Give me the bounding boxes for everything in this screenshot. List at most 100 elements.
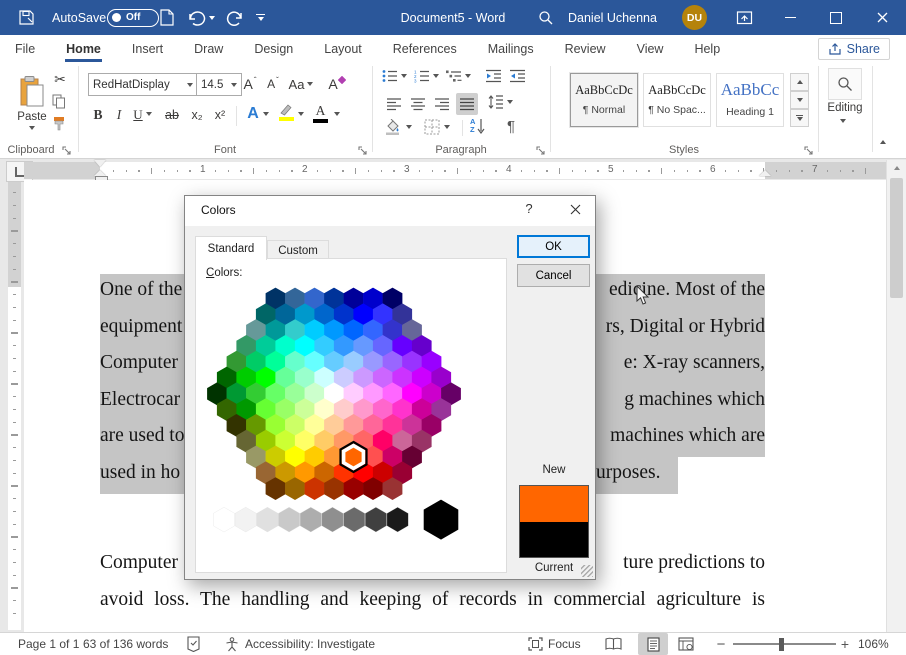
sort-button[interactable]: AZ <box>470 118 485 134</box>
justify-button[interactable] <box>456 93 478 115</box>
page-indicator[interactable]: Page 1 of 1 <box>18 633 79 655</box>
styles-dialog-launcher-icon[interactable] <box>804 146 814 156</box>
minimize-button[interactable] <box>767 0 813 35</box>
standard-color-palette[interactable] <box>202 285 502 547</box>
grayscale-hex[interactable] <box>344 507 365 532</box>
zoom-slider[interactable] <box>733 633 836 655</box>
tab-references[interactable]: References <box>392 37 458 61</box>
tab-design[interactable]: Design <box>253 37 294 61</box>
zoom-percentage[interactable]: 106% <box>858 633 889 655</box>
tab-review[interactable]: Review <box>564 37 607 61</box>
text-effects-dropdown-icon[interactable] <box>263 112 269 116</box>
font-color-dropdown-icon[interactable] <box>334 112 340 116</box>
dialog-help-button[interactable]: ? <box>519 201 539 216</box>
tab-help[interactable]: Help <box>693 37 721 61</box>
web-layout-button[interactable] <box>678 633 694 655</box>
strikethrough-button[interactable]: ab <box>162 105 182 125</box>
accessibility-status[interactable]: Accessibility: Investigate <box>225 633 375 655</box>
zoom-slider-handle[interactable] <box>779 638 784 651</box>
search-icon[interactable] <box>538 0 554 35</box>
bullets-dropdown-icon[interactable] <box>401 74 407 78</box>
text-effects-button[interactable]: A <box>243 103 263 125</box>
grayscale-hex[interactable] <box>235 507 256 532</box>
multilevel-dropdown-icon[interactable] <box>465 74 471 78</box>
tab-draw[interactable]: Draw <box>193 37 224 61</box>
editing-dropdown-icon[interactable] <box>840 119 846 123</box>
font-size-combo[interactable]: 14.5 <box>196 73 242 96</box>
borders-dropdown-icon[interactable] <box>444 125 450 129</box>
user-name[interactable]: Daniel Uchenna <box>568 0 657 35</box>
cancel-button[interactable]: Cancel <box>517 264 590 287</box>
superscript-button[interactable]: x² <box>211 105 229 125</box>
grayscale-hex[interactable] <box>257 507 278 532</box>
styles-gallery-more-button[interactable] <box>790 109 809 127</box>
print-layout-button[interactable] <box>638 633 668 655</box>
maximize-button[interactable] <box>813 0 859 35</box>
numbering-dropdown-icon[interactable] <box>433 74 439 78</box>
align-left-button[interactable] <box>384 95 404 113</box>
black-hex[interactable] <box>424 500 459 540</box>
subscript-button[interactable]: x₂ <box>188 105 206 125</box>
copy-icon[interactable] <box>52 94 66 109</box>
proofing-icon[interactable] <box>186 633 201 655</box>
shading-dropdown-icon[interactable] <box>406 125 412 129</box>
scrollbar-thumb[interactable] <box>890 178 903 298</box>
right-indent-marker[interactable] <box>759 170 771 176</box>
multilevel-list-button[interactable] <box>446 69 471 83</box>
avatar[interactable]: DU <box>682 0 707 35</box>
line-spacing-button[interactable] <box>488 95 513 109</box>
styles-scroll-up-button[interactable] <box>790 73 809 91</box>
align-right-button[interactable] <box>432 95 452 113</box>
grayscale-hex[interactable] <box>300 507 321 532</box>
tab-custom[interactable]: Custom <box>267 240 329 260</box>
grayscale-hex[interactable] <box>213 507 234 532</box>
word-count[interactable]: 63 of 136 words <box>83 633 168 655</box>
decrease-indent-button[interactable] <box>486 69 502 83</box>
dialog-close-icon[interactable] <box>563 202 587 220</box>
dialog-title-bar[interactable]: Colors ? <box>185 196 595 226</box>
quick-access-customize-icon[interactable] <box>256 0 265 35</box>
grayscale-hex[interactable] <box>322 507 343 532</box>
first-line-indent-marker[interactable] <box>94 160 106 167</box>
undo-dropdown-icon[interactable] <box>209 16 215 20</box>
bold-button[interactable]: B <box>90 105 106 125</box>
paragraph-dialog-launcher-icon[interactable] <box>536 146 546 156</box>
editing-find-icon[interactable] <box>828 68 862 100</box>
borders-button[interactable] <box>424 119 450 135</box>
focus-mode-button[interactable]: Focus <box>528 633 581 655</box>
horizontal-ruler[interactable]: 1 2 3 4 5 6 7 <box>24 162 886 179</box>
tab-view[interactable]: View <box>636 37 665 61</box>
ok-button[interactable]: OK <box>517 235 590 258</box>
tab-file[interactable]: File <box>14 37 36 61</box>
editing-label[interactable]: Editing <box>818 102 872 114</box>
zoom-in-button[interactable]: + <box>838 633 852 655</box>
line-spacing-dropdown-icon[interactable] <box>507 100 513 104</box>
paste-dropdown-icon[interactable] <box>29 126 35 130</box>
clipboard-dialog-launcher-icon[interactable] <box>62 146 72 156</box>
dialog-resize-grip[interactable] <box>581 565 593 577</box>
increase-indent-button[interactable] <box>510 69 526 83</box>
format-painter-icon[interactable] <box>52 116 67 132</box>
styles-scroll-down-button[interactable] <box>790 91 809 109</box>
grayscale-hex[interactable] <box>278 507 299 532</box>
style-normal[interactable]: AaBbCcDc ¶ Normal <box>570 73 638 127</box>
cut-icon[interactable]: ✂ <box>50 70 70 88</box>
font-name-combo[interactable]: RedHatDisplay <box>88 73 198 96</box>
style-no-spacing[interactable]: AaBbCcDc ¶ No Spac... <box>643 73 711 127</box>
underline-button[interactable]: U <box>131 105 145 125</box>
undo-button[interactable] <box>186 0 215 35</box>
save-icon[interactable] <box>18 0 35 35</box>
grow-font-button[interactable]: Aˆ <box>240 73 260 95</box>
change-case-button[interactable]: Aa <box>288 73 314 95</box>
share-button[interactable]: Share <box>818 38 890 60</box>
bullets-button[interactable] <box>382 69 407 83</box>
grayscale-hex[interactable] <box>387 507 408 532</box>
grayscale-hex[interactable] <box>365 507 386 532</box>
tab-mailings[interactable]: Mailings <box>487 37 535 61</box>
italic-button[interactable]: I <box>112 105 126 125</box>
font-dialog-launcher-icon[interactable] <box>358 146 368 156</box>
new-document-icon[interactable] <box>160 0 174 35</box>
zoom-out-button[interactable]: − <box>714 633 728 655</box>
pilcrow-button[interactable]: ¶ <box>502 117 520 135</box>
scrollbar-up-arrow[interactable] <box>887 160 906 176</box>
